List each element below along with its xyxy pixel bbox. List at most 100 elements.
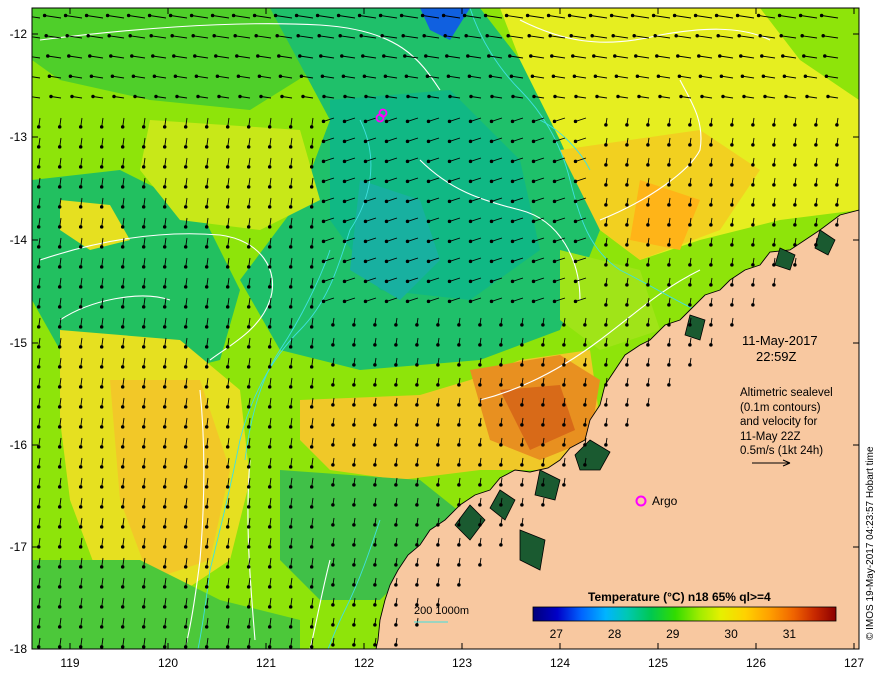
- velocity-vector-head: [141, 505, 146, 509]
- velocity-vector-head: [183, 165, 188, 169]
- velocity-vector-head: [57, 485, 62, 489]
- velocity-vector-head: [604, 323, 608, 327]
- velocity-vector-head: [718, 54, 722, 58]
- velocity-vector-head: [183, 605, 188, 609]
- velocity-vector-head: [246, 565, 251, 569]
- velocity-vector-head: [730, 303, 734, 307]
- velocity-vector-head: [267, 325, 272, 329]
- velocity-vector-head: [394, 363, 398, 367]
- velocity-vector-head: [288, 205, 293, 209]
- velocity-vector-head: [99, 385, 104, 389]
- velocity-vector-head: [141, 405, 146, 409]
- velocity-vector-head: [457, 463, 461, 467]
- velocity-vector-head: [36, 285, 41, 289]
- velocity-vector-head: [625, 123, 629, 127]
- velocity-vector-head: [541, 323, 545, 327]
- velocity-vector-head: [485, 34, 489, 38]
- velocity-vector-head: [225, 485, 230, 489]
- velocity-vector-head: [183, 545, 188, 549]
- velocity-vector-head: [204, 425, 209, 429]
- velocity-vector-head: [78, 305, 83, 309]
- velocity-vector-head: [183, 445, 188, 449]
- velocity-vector-head: [509, 74, 514, 78]
- velocity-vector-head: [447, 239, 452, 244]
- bathymetry-legend-label: 200 1000m: [414, 605, 470, 617]
- velocity-vector-head: [309, 405, 314, 409]
- velocity-vector-head: [191, 34, 195, 38]
- velocity-vector-head: [646, 163, 650, 167]
- velocity-vector-head: [78, 125, 83, 129]
- velocity-vector-head: [288, 605, 293, 609]
- velocity-vector-head: [572, 74, 577, 78]
- velocity-vector-head: [120, 525, 125, 529]
- velocity-vector-head: [319, 54, 323, 58]
- description-line: 11-May 22Z: [740, 430, 801, 443]
- velocity-vector-head: [267, 585, 272, 589]
- velocity-vector-head: [288, 445, 293, 449]
- velocity-vector-head: [352, 503, 356, 507]
- velocity-vector-head: [415, 463, 419, 467]
- velocity-vector-head: [667, 243, 671, 247]
- velocity-vector-head: [204, 305, 209, 309]
- velocity-vector-head: [120, 485, 125, 489]
- velocity-vector-head: [361, 54, 365, 58]
- velocity-vector-head: [246, 285, 251, 289]
- velocity-vector-head: [309, 245, 314, 249]
- velocity-vector-head: [573, 219, 578, 224]
- velocity-vector-head: [541, 363, 545, 367]
- argo-label: Argo: [652, 494, 678, 508]
- velocity-vector-head: [583, 443, 587, 447]
- velocity-vector-head: [162, 285, 167, 289]
- velocity-vector-head: [373, 443, 377, 447]
- velocity-vector-head: [394, 483, 398, 487]
- velocity-vector-head: [175, 94, 179, 99]
- velocity-vector-head: [380, 34, 384, 38]
- velocity-vector-head: [478, 383, 482, 387]
- velocity-vector-head: [441, 13, 446, 18]
- velocity-vector-head: [751, 203, 755, 207]
- velocity-vector-head: [823, 54, 827, 58]
- velocity-vector-head: [246, 585, 251, 589]
- velocity-vector-head: [36, 145, 41, 149]
- velocity-vector-head: [36, 485, 41, 489]
- velocity-vector-head: [384, 139, 389, 144]
- velocity-vector-head: [646, 363, 650, 367]
- velocity-vector-head: [478, 443, 482, 447]
- velocity-vector-head: [719, 74, 724, 78]
- velocity-vector-head: [569, 34, 573, 38]
- velocity-vector-head: [78, 585, 83, 589]
- velocity-vector-head: [267, 165, 272, 169]
- velocity-vector-head: [78, 625, 83, 629]
- velocity-vector-head: [709, 123, 713, 127]
- velocity-vector-head: [646, 263, 650, 267]
- velocity-vector-head: [42, 13, 47, 18]
- velocity-vector-head: [183, 225, 188, 229]
- velocity-vector-head: [499, 543, 503, 547]
- velocity-vector-head: [415, 623, 419, 627]
- velocity-vector-head: [646, 143, 650, 147]
- velocity-vector-head: [758, 34, 762, 38]
- velocity-vector-head: [267, 245, 272, 249]
- velocity-vector-head: [267, 305, 272, 309]
- velocity-vector-head: [341, 74, 346, 78]
- velocity-vector-head: [499, 383, 503, 387]
- velocity-vector-head: [204, 465, 209, 469]
- velocity-vector-head: [426, 259, 431, 264]
- velocity-vector-head: [625, 343, 629, 347]
- velocity-vector-head: [183, 145, 188, 149]
- velocity-vector-head: [730, 223, 734, 227]
- velocity-vector-head: [751, 283, 755, 287]
- velocity-vector-head: [342, 279, 347, 284]
- velocity-vector-head: [162, 425, 167, 429]
- velocity-vector-head: [246, 265, 251, 269]
- velocity-vector-head: [531, 299, 536, 304]
- velocity-vector-head: [373, 343, 377, 347]
- velocity-vector-head: [99, 185, 104, 189]
- velocity-vector-head: [141, 325, 146, 329]
- velocity-vector-head: [562, 463, 566, 467]
- velocity-vector-head: [637, 94, 641, 99]
- velocity-vector-head: [78, 445, 83, 449]
- velocity-vector-head: [541, 483, 545, 487]
- velocity-vector-head: [835, 203, 839, 207]
- velocity-vector-head: [309, 285, 314, 289]
